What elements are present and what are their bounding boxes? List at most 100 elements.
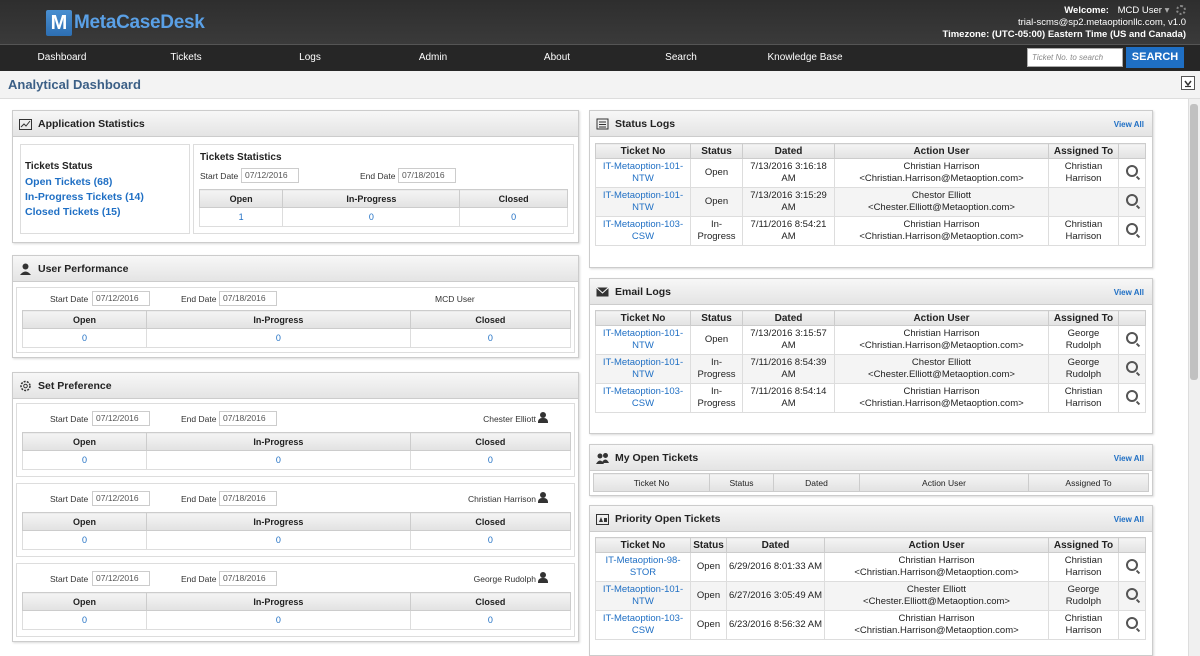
in-progress-tickets-link[interactable]: In-Progress Tickets (14) <box>25 191 144 203</box>
view-all-link[interactable]: View All <box>1114 454 1144 463</box>
view-details-icon <box>1126 390 1138 402</box>
end-date-input[interactable]: 07/18/2016 <box>219 411 277 426</box>
col-status: Status <box>709 473 774 492</box>
in-progress-count[interactable]: 0 <box>146 328 411 348</box>
search-button[interactable]: SEARCH <box>1126 47 1184 68</box>
view-details-button[interactable] <box>1118 354 1146 384</box>
open-count[interactable]: 0 <box>21 610 148 630</box>
action-user-email: <Christian.Harrison@Metaoption.com> <box>859 173 1024 184</box>
end-date-input[interactable]: 07/18/2016 <box>219 491 277 506</box>
ticket-search-input[interactable]: Ticket No. to search <box>1027 48 1123 67</box>
nav-search[interactable]: Search <box>631 45 731 72</box>
view-details-button[interactable] <box>1118 552 1146 582</box>
preference-block: Start Date 07/12/2016 End Date 07/18/201… <box>16 403 575 477</box>
nav-admin[interactable]: Admin <box>383 45 483 72</box>
action-user-email: <Christian.Harrison@Metaoption.com> <box>854 625 1019 636</box>
status-cell: Open <box>690 187 743 217</box>
in-progress-count[interactable]: 0 <box>146 450 411 470</box>
status-logs-panel: Status Logs View All Ticket No Status Date… <box>589 110 1153 268</box>
nav-about[interactable]: About <box>507 45 607 72</box>
end-date-label: End Date <box>181 414 217 424</box>
dated-cell: 6/27/2016 3:05:49 AM <box>726 581 825 611</box>
ticket-link[interactable]: IT-Metaoption-101-NTW <box>595 158 691 188</box>
end-date-input[interactable]: 07/18/2016 <box>219 291 277 306</box>
view-all-link[interactable]: View All <box>1114 288 1144 297</box>
col-dated: Dated <box>742 310 835 326</box>
user-icon[interactable] <box>538 492 548 503</box>
ticket-link[interactable]: IT-Metaoption-101-NTW <box>595 354 691 384</box>
closed-count[interactable]: 0 <box>409 328 572 348</box>
nav-knowledge-base[interactable]: Knowledge Base <box>755 45 855 72</box>
col-actions <box>1118 537 1146 553</box>
preference-user-name: Chester Elliott <box>483 414 536 424</box>
closed-count[interactable]: 0 <box>409 450 572 470</box>
view-details-button[interactable] <box>1118 187 1146 217</box>
ticket-link[interactable]: IT-Metaoption-103-CSW <box>595 216 691 246</box>
ticket-link[interactable]: IT-Metaoption-103-CSW <box>595 383 691 413</box>
user-name[interactable]: MCD User <box>1118 5 1162 16</box>
ticket-link[interactable]: IT-Metaoption-101-NTW <box>595 581 691 611</box>
ticket-link[interactable]: IT-Metaoption-103-CSW <box>595 610 691 640</box>
view-details-icon <box>1126 165 1138 177</box>
status-cell: Open <box>690 610 727 640</box>
chart-icon <box>19 119 32 130</box>
user-icon[interactable] <box>538 572 548 583</box>
user-icon[interactable] <box>538 412 548 423</box>
open-count[interactable]: 1 <box>198 207 284 227</box>
col-assigned-to: Assigned To <box>1048 537 1119 553</box>
table-row: IT-Metaoption-101-NTW Open 7/13/2016 3:15:… <box>595 187 1146 217</box>
end-date-label: End Date <box>181 294 217 304</box>
end-date-input[interactable]: 07/18/2016 <box>219 571 277 586</box>
in-progress-count[interactable]: 0 <box>282 207 461 227</box>
view-details-button[interactable] <box>1118 325 1146 355</box>
in-progress-count[interactable]: 0 <box>146 530 411 550</box>
col-closed: Closed <box>409 432 572 451</box>
closed-tickets-link[interactable]: Closed Tickets (15) <box>25 206 121 218</box>
gear-icon[interactable] <box>1176 5 1186 16</box>
status-cell: In-Progress <box>690 216 743 246</box>
view-details-button[interactable] <box>1118 383 1146 413</box>
user-menu-caret[interactable]: ▾ <box>1165 5 1170 16</box>
view-details-button[interactable] <box>1118 158 1146 188</box>
start-date-input[interactable]: 07/12/2016 <box>92 491 150 506</box>
logo-mark: M <box>46 10 72 36</box>
open-tickets-link[interactable]: Open Tickets (68) <box>25 176 112 188</box>
collapse-button[interactable] <box>1181 76 1195 90</box>
open-count[interactable]: 0 <box>21 450 148 470</box>
start-date-input[interactable]: 07/12/2016 <box>92 291 150 306</box>
panel-title: My Open Tickets <box>615 452 699 464</box>
nav-logs[interactable]: Logs <box>260 45 360 72</box>
preference-table: Open In-Progress Closed 000 <box>21 592 572 630</box>
view-details-button[interactable] <box>1118 216 1146 246</box>
start-date-input[interactable]: 07/12/2016 <box>92 571 150 586</box>
ticket-link[interactable]: IT-Metaoption-101-NTW <box>595 325 691 355</box>
ticket-link[interactable]: IT-Metaoption-101-NTW <box>595 187 691 217</box>
closed-count[interactable]: 0 <box>459 207 568 227</box>
closed-count[interactable]: 0 <box>409 530 572 550</box>
view-details-button[interactable] <box>1118 581 1146 611</box>
email-logs-panel: Email Logs View All Ticket No Status Dated… <box>589 278 1153 434</box>
scrollbar-thumb[interactable] <box>1190 104 1198 380</box>
col-open: Open <box>21 592 148 611</box>
view-all-link[interactable]: View All <box>1114 515 1144 524</box>
action-user-email: <Chester.Elliott@Metaoption.com> <box>868 202 1015 213</box>
open-count[interactable]: 0 <box>21 328 148 348</box>
nav-dashboard[interactable]: Dashboard <box>12 45 112 72</box>
user-info: Welcome: MCD User ▾ trial-scms@sp2.metao… <box>942 5 1186 41</box>
closed-count[interactable]: 0 <box>409 610 572 630</box>
start-date-input[interactable]: 07/12/2016 <box>241 168 299 183</box>
open-count[interactable]: 0 <box>21 530 148 550</box>
app-logo[interactable]: M MetaCaseDesk <box>46 10 205 36</box>
view-details-icon <box>1126 361 1138 373</box>
view-all-link[interactable]: View All <box>1114 120 1144 129</box>
action-user-cell: Christian Harrison <Christian.Harrison@Me… <box>834 383 1049 413</box>
user-performance-panel: User Performance Start Date 07/12/2016 E… <box>12 255 579 358</box>
ticket-link[interactable]: IT-Metaoption-98-STOR <box>595 552 691 582</box>
start-date-input[interactable]: 07/12/2016 <box>92 411 150 426</box>
nav-tickets[interactable]: Tickets <box>136 45 236 72</box>
in-progress-count[interactable]: 0 <box>146 610 411 630</box>
view-details-button[interactable] <box>1118 610 1146 640</box>
view-details-icon <box>1126 588 1138 600</box>
panel-title: Email Logs <box>615 286 672 298</box>
end-date-input[interactable]: 07/18/2016 <box>398 168 456 183</box>
